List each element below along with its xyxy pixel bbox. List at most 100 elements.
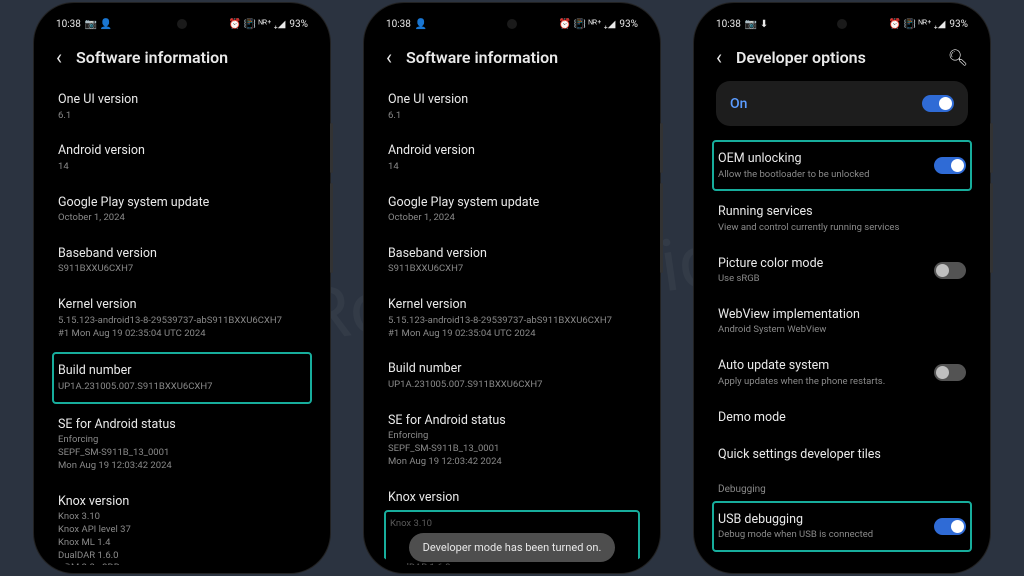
camera-notch: [177, 19, 187, 29]
item-title: Demo mode: [718, 409, 966, 427]
item-sub: Knox 3.10Knox API level 37Knox ML 1.4Dua…: [58, 511, 306, 565]
item-title: Google Play system update: [58, 194, 306, 212]
item-title: Running services: [718, 203, 966, 221]
item-sub: Allow the bootloader to be unlocked: [718, 169, 869, 182]
item-sub: October 1, 2024: [58, 212, 306, 225]
sw-item-2[interactable]: Google Play system updateOctober 1, 2024: [386, 184, 638, 235]
dev-item-0[interactable]: OEM unlockingAllow the bootloader to be …: [712, 140, 972, 191]
sw-item-0[interactable]: One UI version6.1: [56, 81, 308, 132]
search-icon[interactable]: 🔍︎: [948, 48, 968, 67]
toast-highlight: Knox 3.10Developer mode has been turned …: [384, 510, 640, 565]
status-battery: 93%: [289, 19, 308, 30]
page-title: Software information: [406, 48, 638, 67]
sw-item-2[interactable]: Google Play system updateOctober 1, 2024: [56, 184, 308, 235]
item-sub-faded2: DualDAR 1.6.0HDM 2.0 - 2DD: [390, 562, 634, 565]
item-title: Auto update system: [718, 357, 885, 375]
phone-2: 10:38 👤 ⏰ 📳 ᴺᴿ⁺ ₊◢ 93% ‹ Software inform…: [364, 3, 660, 573]
dev-item-6[interactable]: Quick settings developer tiles: [716, 436, 968, 474]
sw-item-4[interactable]: Kernel version5.15.123-android13-8-29539…: [56, 286, 308, 350]
toast: Developer mode has been turned on.: [409, 533, 616, 562]
sw-item-6[interactable]: SE for Android statusEnforcingSEPF_SM-S9…: [386, 402, 638, 479]
dev-item-1[interactable]: Running servicesView and control current…: [716, 193, 968, 244]
item-sub: Debug mode when USB is connected: [718, 529, 873, 542]
back-icon[interactable]: ‹: [386, 47, 392, 67]
sw-item-5[interactable]: Build numberUP1A.231005.007.S911BXXU6CXH…: [386, 350, 638, 401]
sw-item-3[interactable]: Baseband versionS911BXXU6CXH7: [56, 235, 308, 286]
item-title: Build number: [388, 360, 636, 378]
item-sub: Apply updates when the phone restarts.: [718, 376, 885, 389]
toggle[interactable]: [934, 364, 966, 381]
item-sub: 6.1: [58, 110, 306, 123]
item-sub: 5.15.123-android13-8-29539737-abS911BXXU…: [388, 315, 636, 341]
item-title: Android version: [388, 142, 636, 160]
item-sub: 14: [58, 161, 306, 174]
sw-item-1[interactable]: Android version14: [386, 132, 638, 183]
item-title: Knox version: [388, 489, 636, 507]
item-sub: EnforcingSEPF_SM-S911B_13_0001Mon Aug 19…: [388, 430, 636, 468]
status-app-icons: 📷 👤: [85, 19, 112, 30]
item-title: Baseband version: [58, 245, 306, 263]
sw-item-7[interactable]: Knox versionKnox 3.10Knox API level 37Kn…: [56, 483, 308, 565]
status-time: 10:38: [386, 19, 411, 30]
item-sub: S911BXXU6CXH7: [388, 263, 636, 276]
item-title: SE for Android status: [58, 416, 306, 434]
status-battery: 93%: [949, 19, 968, 30]
item-title: USB debugging: [718, 511, 873, 529]
phone-1: 10:38 📷 👤 ⏰ 📳 ᴺᴿ⁺ ₊◢ 93% ‹ Software info…: [34, 3, 330, 573]
status-time: 10:38: [716, 19, 741, 30]
sw-item-3[interactable]: Baseband versionS911BXXU6CXH7: [386, 235, 638, 286]
item-title: Kernel version: [58, 296, 306, 314]
header: ‹ Software information: [372, 33, 652, 81]
camera-notch: [837, 19, 847, 29]
item-title: Google Play system update: [388, 194, 636, 212]
sw-item-6[interactable]: SE for Android statusEnforcingSEPF_SM-S9…: [56, 406, 308, 483]
item-sub: UP1A.231005.007.S911BXXU6CXH7: [388, 379, 636, 392]
header: ‹ Developer options 🔍︎: [702, 33, 982, 81]
toggle[interactable]: [934, 518, 966, 535]
back-icon[interactable]: ‹: [56, 47, 62, 67]
phone-3: 10:38 📷 ⬇ ⏰ 📳 ᴺᴿ⁺ ₊◢ 93% ‹ Developer opt…: [694, 3, 990, 573]
status-time: 10:38: [56, 19, 81, 30]
item-title: Quick settings developer tiles: [718, 446, 966, 464]
item-sub: View and control currently running servi…: [718, 222, 966, 235]
item-sub: UP1A.231005.007.S911BXXU6CXH7: [58, 381, 306, 394]
content-list[interactable]: One UI version6.1Android version14Google…: [42, 81, 322, 565]
sw-item-1[interactable]: Android version14: [56, 132, 308, 183]
item-title: SE for Android status: [388, 412, 636, 430]
toggle[interactable]: [934, 262, 966, 279]
dev-item-usb[interactable]: USB debuggingDebug mode when USB is conn…: [712, 501, 972, 552]
sw-item-4[interactable]: Kernel version5.15.123-android13-8-29539…: [386, 286, 638, 350]
status-app-icons: 📷 ⬇: [745, 19, 768, 30]
sw-item-5[interactable]: Build numberUP1A.231005.007.S911BXXU6CXH…: [52, 352, 312, 403]
item-title: OEM unlocking: [718, 150, 869, 168]
item-sub: 5.15.123-android13-8-29539737-abS911BXXU…: [58, 315, 306, 341]
item-title: Picture color mode: [718, 255, 823, 273]
item-sub: EnforcingSEPF_SM-S911B_13_0001Mon Aug 19…: [58, 434, 306, 472]
item-title: Android version: [58, 142, 306, 160]
dev-item-4[interactable]: Auto update systemApply updates when the…: [716, 347, 968, 398]
sw-item-knox[interactable]: Knox version Knox 3.10Developer mode has …: [386, 479, 638, 565]
item-sub: S911BXXU6CXH7: [58, 263, 306, 276]
content-list[interactable]: One UI version6.1Android version14Google…: [372, 81, 652, 565]
status-app-icons: 👤: [415, 19, 427, 30]
status-battery: 93%: [619, 19, 638, 30]
status-sys-icons: ⏰ 📳 ᴺᴿ⁺ ₊◢: [889, 19, 946, 30]
camera-notch: [507, 19, 517, 29]
dev-item-5[interactable]: Demo mode: [716, 399, 968, 437]
header: ‹ Software information: [42, 33, 322, 81]
toggle[interactable]: [934, 157, 966, 174]
page-title: Software information: [76, 48, 308, 67]
dev-item-2[interactable]: Picture color modeUse sRGB: [716, 245, 968, 296]
status-sys-icons: ⏰ 📳 ᴺᴿ⁺ ₊◢: [229, 19, 286, 30]
sw-item-0[interactable]: One UI version6.1: [386, 81, 638, 132]
page-title: Developer options: [736, 48, 934, 67]
content-list[interactable]: On OEM unlockingAllow the bootloader to b…: [702, 81, 982, 565]
item-title: Baseband version: [388, 245, 636, 263]
dev-item-3[interactable]: WebView implementationAndroid System Web…: [716, 296, 968, 347]
status-sys-icons: ⏰ 📳 ᴺᴿ⁺ ₊◢: [559, 19, 616, 30]
back-icon[interactable]: ‹: [716, 47, 722, 67]
item-sub: Use sRGB: [718, 273, 823, 286]
master-on-card[interactable]: On: [716, 81, 968, 126]
master-toggle[interactable]: [922, 95, 954, 112]
item-title: One UI version: [58, 91, 306, 109]
